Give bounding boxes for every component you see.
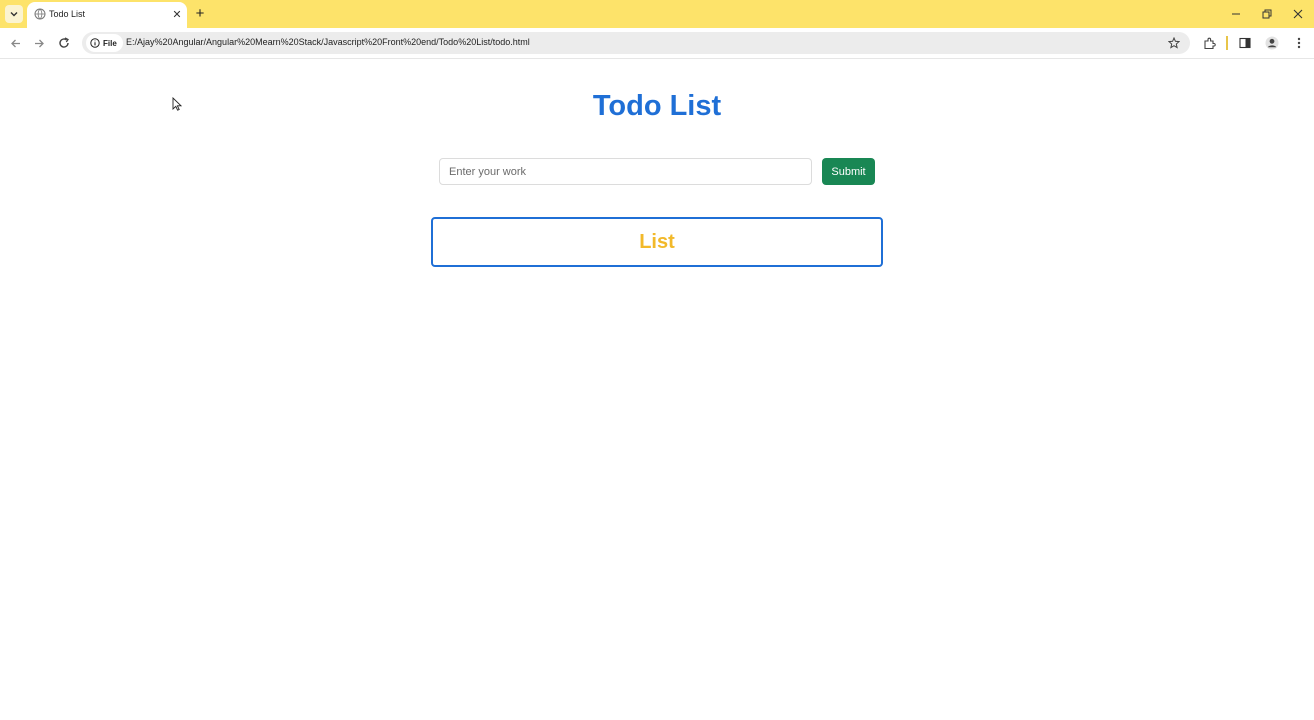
browser-tab[interactable]: Todo List ✕ <box>27 2 187 28</box>
close-icon[interactable] <box>1289 5 1307 23</box>
site-info-chip[interactable]: File <box>86 34 123 52</box>
profile-icon[interactable] <box>1264 35 1280 51</box>
list-title: List <box>639 230 675 253</box>
restore-icon[interactable] <box>1258 5 1276 23</box>
page-title: Todo List <box>592 90 722 122</box>
submit-button[interactable]: Submit <box>822 158 875 185</box>
menu-icon[interactable] <box>1291 35 1307 51</box>
reload-icon[interactable] <box>56 35 72 51</box>
address-bar[interactable]: File E:/Ajay%20Angular/Angular%20Mearn%2… <box>82 32 1190 54</box>
tab-close-icon[interactable]: ✕ <box>170 7 184 21</box>
extensions-icon[interactable] <box>1201 35 1217 51</box>
list-container: List <box>431 217 883 267</box>
mouse-cursor-icon <box>172 97 182 111</box>
back-arrow-icon[interactable] <box>7 35 23 51</box>
toolbar-divider <box>1226 36 1228 50</box>
star-icon[interactable] <box>1166 35 1182 51</box>
page-content: Todo List Submit List <box>0 60 1314 720</box>
info-icon <box>90 38 100 48</box>
tab-title: Todo List <box>49 9 86 19</box>
url-text[interactable]: E:/Ajay%20Angular/Angular%20Mearn%20Stac… <box>126 37 530 47</box>
forward-arrow-icon[interactable] <box>31 35 47 51</box>
browser-toolbar: File E:/Ajay%20Angular/Angular%20Mearn%2… <box>0 28 1314 59</box>
title-bar: Todo List ✕ + <box>0 0 1314 28</box>
site-info-label: File <box>103 38 117 48</box>
new-tab-button[interactable]: + <box>192 5 208 22</box>
work-input[interactable] <box>439 158 812 185</box>
tab-search-icon[interactable] <box>5 5 23 23</box>
globe-icon <box>34 8 46 20</box>
side-panel-icon[interactable] <box>1237 35 1253 51</box>
minimize-icon[interactable] <box>1227 5 1245 23</box>
